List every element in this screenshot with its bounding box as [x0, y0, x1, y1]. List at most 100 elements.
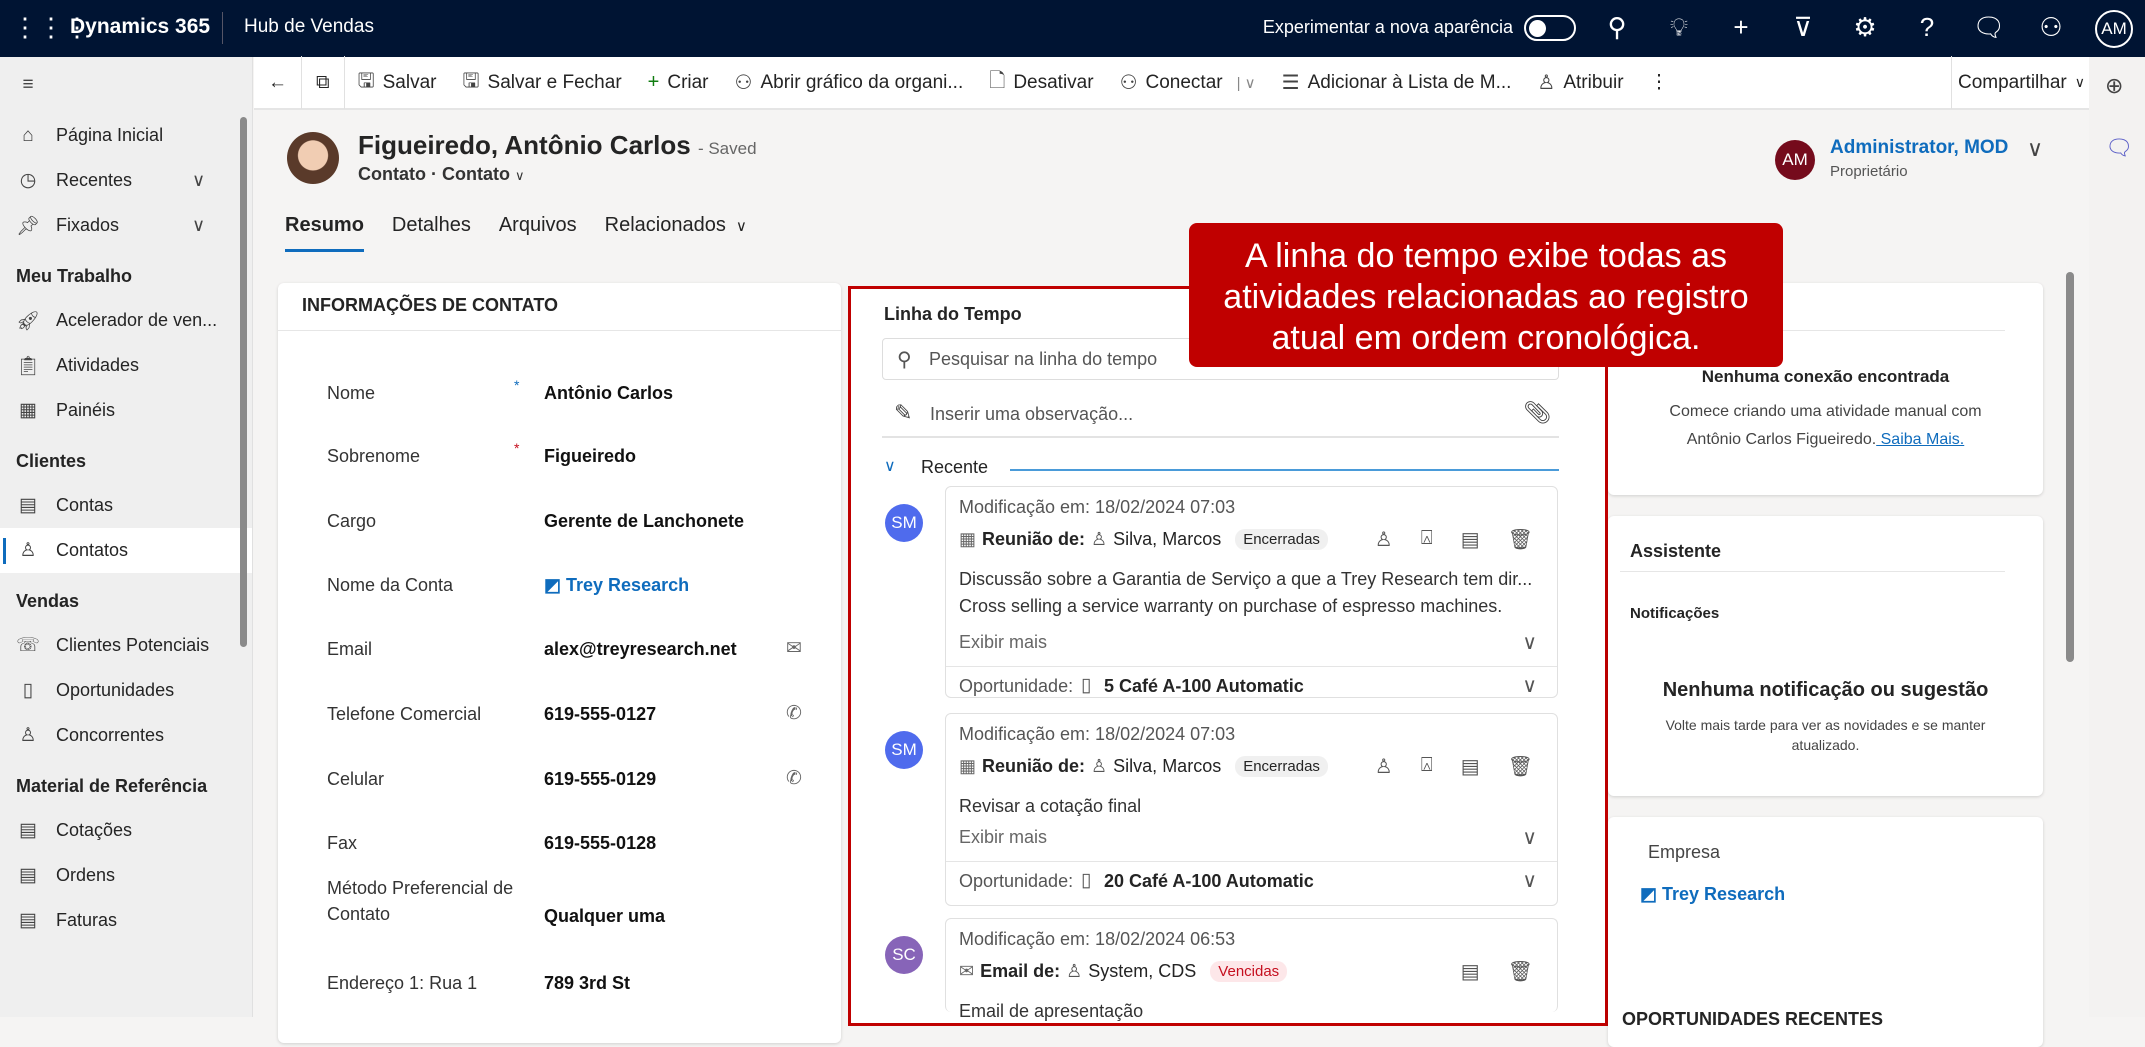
copilot-icon[interactable]: ⊕ [2105, 73, 2123, 99]
opportunity-link[interactable]: 5 Café A-100 Automatic [1104, 676, 1304, 697]
show-more-link[interactable]: Exibir mais [959, 827, 1047, 848]
filter-icon[interactable]: ⊽ [1786, 12, 1820, 43]
activity-avatar: SM [885, 504, 923, 542]
email-icon[interactable]: ✉ [786, 637, 802, 660]
sidebar-item[interactable]: ▤ Contas [0, 483, 252, 528]
account-link[interactable]: ◩ Trey Research [544, 575, 689, 596]
close-activity-icon[interactable]: ⍓ [1421, 754, 1433, 779]
split-chevron-icon[interactable]: | ∨ [1237, 74, 1256, 92]
command-connect[interactable]: ⚇ Conectar | ∨ [1107, 57, 1269, 108]
contact-photo[interactable] [287, 132, 339, 184]
expand-chevron-icon[interactable]: ∨ [1522, 630, 1537, 655]
phone-icon[interactable]: ✆ [786, 767, 802, 790]
command-org-chart[interactable]: ⚇ Abrir gráfico da organi... [722, 57, 977, 108]
user-avatar[interactable]: AM [2095, 10, 2133, 48]
sidebar-item[interactable]: 📌︎ Fixados ∨ [0, 203, 252, 248]
learn-more-link[interactable]: Saiba Mais. [1876, 431, 1965, 448]
activity-owner[interactable]: System, CDS [1088, 961, 1196, 982]
email-icon: ✉ [959, 961, 975, 981]
timeline-item[interactable]: Modificação em: 18/02/2024 06:53 ✉ Email d… [945, 918, 1558, 1021]
phone-icon[interactable]: ✆ [786, 702, 802, 725]
page-scrollbar[interactable] [2066, 272, 2074, 662]
expand-chevron-icon[interactable]: ∨ [1522, 868, 1537, 893]
attachment-icon[interactable]: 📎︎ [1523, 400, 1551, 426]
app-launcher-icon[interactable]: ⋮⋮⋮ [12, 12, 90, 43]
command-label: Conectar [1145, 71, 1223, 93]
collapse-group-chevron-icon[interactable]: ∨ [884, 456, 896, 476]
close-activity-icon[interactable]: ⍓ [1421, 527, 1433, 552]
back-button[interactable]: ← [254, 57, 301, 108]
command-assign[interactable]: ♙ Atribuir [1524, 57, 1636, 108]
sidebar-item[interactable]: ▤ Faturas [0, 898, 252, 943]
company-link[interactable]: ◩ Trey Research [1640, 884, 1785, 905]
chevron-down-icon[interactable]: ∨ [736, 214, 747, 252]
activity-owner[interactable]: Silva, Marcos [1113, 529, 1221, 550]
command-save[interactable]: 🖫 Salvar [345, 57, 450, 108]
timeline-item[interactable]: Modificação em: 18/02/2024 07:03 ▦ Reunião… [945, 713, 1558, 906]
delete-icon[interactable]: 🗑︎ [1508, 527, 1533, 552]
command-label: Criar [667, 71, 709, 93]
tab-resumo[interactable]: Resumo [285, 214, 364, 252]
open-record-icon[interactable]: ▤ [1461, 959, 1480, 984]
opportunity-icon: ▯ [1081, 675, 1092, 696]
note-input[interactable]: ✎ Inserir uma observação... 📎︎ [882, 396, 1559, 438]
chevron-down-icon[interactable]: ∨ [515, 168, 525, 183]
command-plus[interactable]: + Criar [635, 57, 722, 108]
activity-owner[interactable]: Silva, Marcos [1113, 756, 1221, 777]
teams-chat-icon[interactable]: 🗨︎ [2105, 135, 2133, 161]
sidebar-item-label: Contatos [56, 540, 129, 560]
hamburger-menu[interactable]: ≡ [0, 57, 252, 113]
plus-icon[interactable]: + [1724, 12, 1758, 43]
sidebar-scrollbar[interactable] [240, 117, 247, 647]
sidebar-item[interactable]: ☏ Clientes Potenciais [0, 623, 252, 668]
owner-link[interactable]: Administrator, MOD [1830, 137, 2008, 159]
assign-icon[interactable]: ♙ [1375, 527, 1393, 552]
chevron-down-icon[interactable]: ∨ [192, 215, 205, 236]
activity-title: ▦ Reunião de: ♙ Silva, Marcos Encerradas [959, 529, 1328, 550]
delete-icon[interactable]: 🗑︎ [1508, 754, 1533, 779]
timeline-item[interactable]: Modificação em: 18/02/2024 07:03 ▦ Reunião… [945, 486, 1558, 698]
sidebar-item[interactable]: ♙ Contatos [0, 528, 252, 573]
tab-detalhes[interactable]: Detalhes [392, 214, 471, 252]
open-record-icon[interactable]: ▤ [1461, 754, 1480, 779]
command-save-close[interactable]: 🖫 Salvar e Fechar [449, 57, 634, 108]
sidebar-item-label: Cotações [56, 820, 133, 840]
new-look-toggle[interactable] [1524, 15, 1576, 41]
show-more-link[interactable]: Exibir mais [959, 632, 1047, 653]
open-record-icon[interactable]: ▤ [1461, 527, 1480, 552]
form-selector[interactable]: Contato [442, 164, 510, 184]
tab-relacionados[interactable]: Relacionados [605, 214, 726, 252]
popout-button[interactable]: ⧉ [302, 57, 344, 108]
sidebar-item[interactable]: ▯ Oportunidades [0, 668, 252, 713]
help-icon[interactable]: ? [1910, 12, 1944, 43]
sidebar-item[interactable]: ♙ Concorrentes [0, 713, 252, 758]
hub-name[interactable]: Hub de Vendas [244, 16, 374, 38]
command-add-list[interactable]: ☰ Adicionar à Lista de M... [1269, 57, 1525, 108]
company-label: Empresa [1648, 842, 1721, 862]
chat-icon[interactable]: 🗨︎ [1972, 12, 2006, 43]
search-icon[interactable]: ⚲ [1600, 12, 1634, 43]
field-label: Cargo [327, 511, 377, 531]
sidebar-item[interactable]: 🚀︎ Acelerador de ven... [0, 298, 252, 343]
sidebar-item[interactable]: ▤ Cotações [0, 808, 252, 853]
delete-icon[interactable]: 🗑︎ [1508, 959, 1533, 984]
sidebar-item[interactable]: ▦ Painéis [0, 388, 252, 433]
expand-chevron-icon[interactable]: ∨ [1522, 825, 1537, 850]
assign-icon[interactable]: ♙ [1375, 754, 1393, 779]
tab-arquivos[interactable]: Arquivos [499, 214, 577, 252]
lightbulb-icon[interactable]: 💡︎ [1662, 12, 1696, 44]
sidebar-item[interactable]: ▤ Ordens [0, 853, 252, 898]
chevron-down-icon[interactable]: ∨ [192, 170, 205, 191]
people-icon[interactable]: ⚇ [2034, 12, 2068, 43]
share-button[interactable]: Compartilhar ∨ [1952, 57, 2089, 108]
header-expand-chevron-icon[interactable]: ∨ [2027, 136, 2043, 162]
app-name[interactable]: Dynamics 365 [70, 15, 210, 39]
command-deactivate[interactable]: 🗋 Desativar [976, 57, 1106, 108]
sidebar-item[interactable]: ⌂ Página Inicial [0, 113, 252, 158]
sidebar-item[interactable]: 📋︎ Atividades [0, 343, 252, 388]
opportunity-link[interactable]: 20 Café A-100 Automatic [1104, 871, 1314, 892]
more-commands-button[interactable]: ⋮ [1637, 57, 1682, 108]
gear-icon[interactable]: ⚙ [1848, 12, 1882, 43]
sidebar-item[interactable]: ◷ Recentes ∨ [0, 158, 252, 203]
expand-chevron-icon[interactable]: ∨ [1522, 673, 1537, 698]
